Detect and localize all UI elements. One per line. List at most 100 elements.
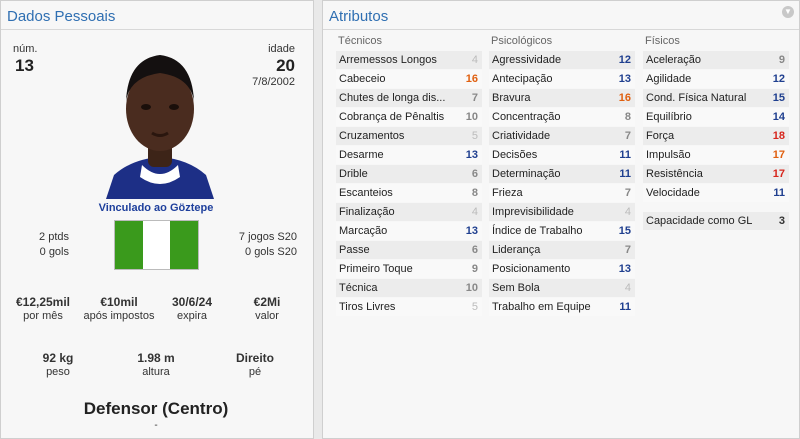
- mental-column: Psicológicos Agressividade 12 Antecipação 1…: [489, 35, 635, 317]
- attribute-value: 18: [772, 130, 785, 142]
- physical-column: Físicos Aceleração 9 Agilidade 12 Cond. Físi…: [643, 35, 789, 231]
- attribute-row[interactable]: Drible 6: [336, 165, 482, 184]
- attribute-name: Tiros Livres: [339, 301, 396, 313]
- attribute-name: Drible: [339, 168, 368, 180]
- attribute-row[interactable]: Resistência 17: [643, 165, 789, 184]
- attribute-value: 15: [772, 92, 785, 104]
- attribute-row[interactable]: Velocidade 11: [643, 184, 789, 203]
- attribute-value: 6: [471, 244, 478, 256]
- player-photo-icon: [106, 55, 214, 199]
- attribute-row[interactable]: Aceleração 9: [643, 51, 789, 70]
- attribute-row[interactable]: Tiros Livres 5: [336, 298, 482, 317]
- date-of-birth: 7/8/2002: [252, 76, 295, 88]
- attribute-value: 16: [618, 92, 631, 104]
- u20-games[interactable]: 7 jogos S20: [239, 231, 297, 243]
- attribute-name: Cruzamentos: [339, 130, 405, 142]
- attribute-row[interactable]: Criatividade 7: [489, 127, 635, 146]
- attribute-row[interactable]: Agressividade 12: [489, 51, 635, 70]
- attribute-name: Passe: [339, 244, 370, 256]
- attribute-row[interactable]: Cruzamentos 5: [336, 127, 482, 146]
- attribute-value: 8: [471, 187, 478, 199]
- attribute-name: Concentração: [492, 111, 561, 123]
- club-link[interactable]: Vinculado ao Göztepe: [61, 202, 251, 214]
- attribute-value: 10: [465, 111, 478, 123]
- attribute-name: Sem Bola: [492, 282, 540, 294]
- attribute-row[interactable]: Escanteios 8: [336, 184, 482, 203]
- attribute-row[interactable]: Finalização 4: [336, 203, 482, 222]
- attribute-name: Resistência: [646, 168, 703, 180]
- nation-flag-icon[interactable]: [114, 220, 199, 270]
- attribute-row[interactable]: Técnica 10: [336, 279, 482, 298]
- attribute-name: Decisões: [492, 149, 538, 161]
- attribute-row[interactable]: Desarme 13: [336, 146, 482, 165]
- panel-title: Atributos: [329, 8, 389, 25]
- club-games: 2 ptds: [39, 231, 69, 243]
- attribute-value: 4: [624, 206, 631, 218]
- attribute-row[interactable]: Marcação 13: [336, 222, 482, 241]
- attribute-row[interactable]: Cobrança de Pênaltis 10: [336, 108, 482, 127]
- attribute-row[interactable]: Agilidade 12: [643, 70, 789, 89]
- attribute-row[interactable]: Trabalho em Equipe 11: [489, 298, 635, 317]
- panel-options-icon[interactable]: ▼: [782, 6, 794, 18]
- attribute-name: Trabalho em Equipe: [492, 301, 591, 313]
- attribute-name: Arremessos Longos: [339, 54, 437, 66]
- attribute-row[interactable]: Impulsão 17: [643, 146, 789, 165]
- attribute-row[interactable]: Chutes de longa dis... 7: [336, 89, 482, 108]
- attribute-row[interactable]: Posicionamento 13: [489, 260, 635, 279]
- attribute-row[interactable]: Frieza 7: [489, 184, 635, 203]
- attribute-row[interactable]: Cond. Física Natural 15: [643, 89, 789, 108]
- attribute-row[interactable]: Força 18: [643, 127, 789, 146]
- panel-title: Dados Pessoais: [7, 8, 116, 25]
- attribute-name: Chutes de longa dis...: [339, 92, 446, 104]
- attribute-name: Capacidade como GL: [646, 215, 753, 227]
- contract-expiry-label: expira: [177, 310, 207, 322]
- attribute-row[interactable]: Liderança 7: [489, 241, 635, 260]
- club-goals: 0 gols: [39, 246, 69, 258]
- attribute-row[interactable]: Equilíbrio 14: [643, 108, 789, 127]
- wage-value: €12,25mil: [15, 295, 71, 309]
- attribute-row[interactable]: Concentração 8: [489, 108, 635, 127]
- attribute-name: Desarme: [339, 149, 384, 161]
- attribute-row[interactable]: Arremessos Longos 4: [336, 51, 482, 70]
- height-label: altura: [142, 366, 170, 378]
- divider: [323, 29, 799, 30]
- attribute-name: Marcação: [339, 225, 388, 237]
- attribute-name: Bravura: [492, 92, 531, 104]
- attribute-value: 13: [618, 73, 631, 85]
- u20-goals: 0 gols S20: [245, 246, 297, 258]
- attribute-row[interactable]: Primeiro Toque 9: [336, 260, 482, 279]
- attribute-row[interactable]: Imprevisibilidade 4: [489, 203, 635, 222]
- foot-label: pé: [248, 366, 262, 378]
- position-sub: -: [154, 420, 158, 431]
- attribute-row[interactable]: Sem Bola 4: [489, 279, 635, 298]
- attribute-name: Antecipação: [492, 73, 553, 85]
- attribute-value: 17: [772, 149, 785, 161]
- attribute-row[interactable]: Bravura 16: [489, 89, 635, 108]
- attribute-value: 6: [471, 168, 478, 180]
- attributes-panel: Atributos ▼ Técnicos Arremessos Longos 4 C…: [322, 0, 800, 439]
- attribute-value: 5: [471, 130, 478, 142]
- attribute-name: Agressividade: [492, 54, 562, 66]
- attribute-row[interactable]: Passe 6: [336, 241, 482, 260]
- net-wage-label: após impostos: [83, 310, 155, 322]
- attribute-value: 11: [619, 149, 631, 161]
- attribute-row[interactable]: Índice de Trabalho 15: [489, 222, 635, 241]
- attribute-row[interactable]: Determinação 11: [489, 165, 635, 184]
- attribute-row[interactable]: Cabeceio 16: [336, 70, 482, 89]
- height-value: 1.98 m: [137, 351, 175, 365]
- physical-header: Físicos: [645, 35, 680, 47]
- wage-label: por mês: [23, 310, 63, 322]
- attribute-name: Determinação: [492, 168, 561, 180]
- goalkeeper-ability-row[interactable]: Capacidade como GL 3: [643, 212, 789, 231]
- contract-expiry-value: 30/6/24: [171, 295, 213, 309]
- position: Defensor (Centro): [83, 399, 229, 418]
- attribute-value: 16: [465, 73, 478, 85]
- attribute-value: 7: [624, 187, 631, 199]
- attribute-row[interactable]: Antecipação 13: [489, 70, 635, 89]
- attribute-name: Força: [646, 130, 675, 142]
- attribute-value: 14: [772, 111, 785, 123]
- attribute-row[interactable]: Decisões 11: [489, 146, 635, 165]
- attribute-value: 7: [624, 244, 631, 256]
- attribute-name: Aceleração: [646, 54, 702, 66]
- foot-value: Direito: [235, 351, 274, 365]
